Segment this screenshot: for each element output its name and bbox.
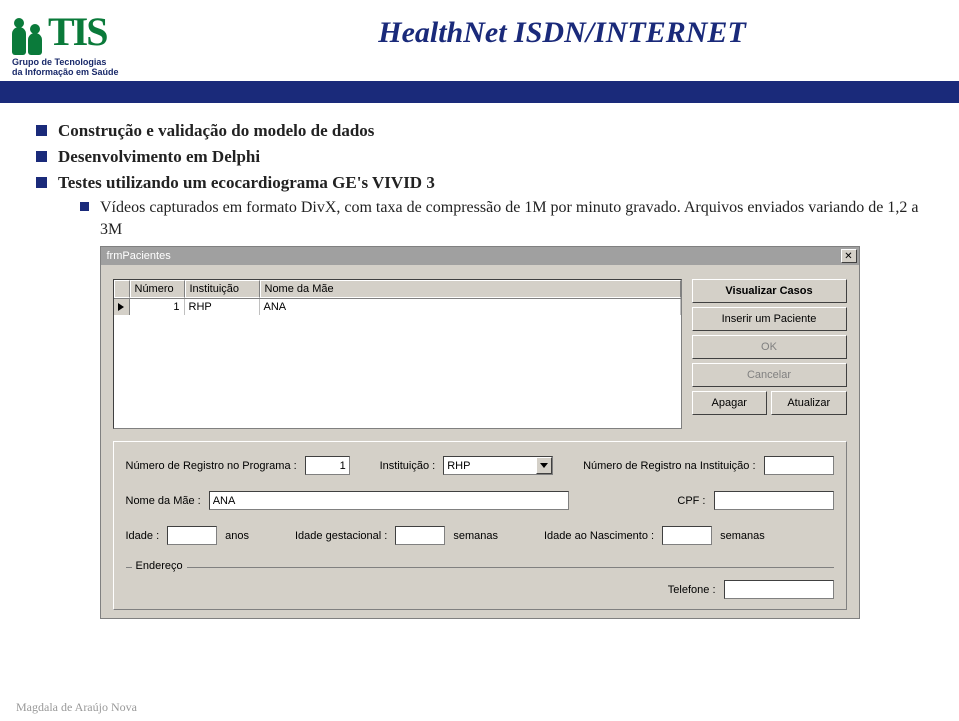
app-window: frmPacientes ✕ Número Instituição Nome d… — [100, 246, 860, 619]
window-titlebar[interactable]: frmPacientes ✕ — [101, 247, 859, 265]
ok-button[interactable]: OK — [692, 335, 847, 359]
row-marker-icon — [114, 299, 130, 315]
endereco-fieldset: Endereço — [126, 567, 834, 568]
reg-instituicao-input[interactable] — [764, 456, 834, 475]
atualizar-button[interactable]: Atualizar — [771, 391, 847, 415]
logo: TIS Grupo de Tecnologias da Informação e… — [12, 8, 177, 77]
logo-subtitle-1: Grupo de Tecnologias — [12, 57, 177, 67]
col-numero[interactable]: Número — [130, 280, 185, 298]
form-panel: Número de Registro no Programa : Institu… — [113, 441, 847, 610]
nascimento-input[interactable] — [662, 526, 712, 545]
label-nascimento: Idade ao Nascimento : — [544, 530, 654, 542]
telefone-input[interactable] — [724, 580, 834, 599]
patients-grid[interactable]: Número Instituição Nome da Mãe 1 RHP ANA — [113, 279, 682, 429]
nome-mae-input[interactable] — [209, 491, 569, 510]
idade-input[interactable] — [167, 526, 217, 545]
grid-corner — [114, 280, 130, 298]
window-title: frmPacientes — [107, 250, 841, 262]
unit-semanas-1: semanas — [453, 530, 498, 542]
bullet-2: Desenvolvimento em Delphi — [36, 147, 923, 167]
label-reg-instituicao: Número de Registro na Instituição : — [583, 460, 755, 472]
label-nome-mae: Nome da Mãe : — [126, 495, 201, 507]
table-row[interactable]: 1 RHP ANA — [114, 299, 681, 315]
logo-person-icon — [12, 27, 26, 55]
cell-numero: 1 — [130, 299, 185, 315]
bullet-3-text: Testes utilizando um ecocardiograma GE's… — [58, 173, 435, 192]
footer-author: Magdala de Araújo Nova — [16, 700, 137, 715]
bullet-3: Testes utilizando um ecocardiograma GE's… — [36, 173, 923, 240]
col-nome-mae[interactable]: Nome da Mãe — [260, 280, 681, 298]
cpf-input[interactable] — [714, 491, 834, 510]
label-instituicao: Instituição : — [380, 460, 436, 472]
label-gestacional: Idade gestacional : — [295, 530, 387, 542]
slide-content: Construção e validação do modelo de dado… — [0, 103, 959, 619]
col-instituicao[interactable]: Instituição — [185, 280, 260, 298]
label-reg-programa: Número de Registro no Programa : — [126, 460, 297, 472]
apagar-button[interactable]: Apagar — [692, 391, 768, 415]
gestacional-input[interactable] — [395, 526, 445, 545]
slide-header: TIS Grupo de Tecnologias da Informação e… — [0, 0, 959, 77]
visualizar-casos-button[interactable]: Visualizar Casos — [692, 279, 847, 303]
label-cpf: CPF : — [677, 495, 705, 507]
label-idade: Idade : — [126, 530, 160, 542]
button-column: Visualizar Casos Inserir um Paciente OK … — [692, 279, 847, 429]
bullet-1: Construção e validação do modelo de dado… — [36, 121, 923, 141]
bullet-3a: Vídeos capturados em formato DivX, com t… — [58, 197, 923, 240]
reg-programa-input[interactable] — [305, 456, 350, 475]
chevron-down-icon[interactable] — [536, 457, 552, 474]
inserir-paciente-button[interactable]: Inserir um Paciente — [692, 307, 847, 331]
close-icon[interactable]: ✕ — [841, 249, 857, 263]
cancelar-button[interactable]: Cancelar — [692, 363, 847, 387]
header-separator — [0, 81, 959, 103]
logo-person-icon — [28, 33, 42, 55]
instituicao-combo[interactable] — [443, 456, 553, 475]
unit-semanas-2: semanas — [720, 530, 765, 542]
page-title: HealthNet ISDN/INTERNET — [177, 8, 947, 50]
logo-text: TIS — [48, 8, 107, 55]
logo-subtitle-2: da Informação em Saúde — [12, 67, 177, 77]
label-telefone: Telefone : — [668, 584, 716, 596]
cell-nome-mae: ANA — [260, 299, 681, 315]
legend-endereco: Endereço — [132, 560, 187, 572]
cell-instituicao: RHP — [185, 299, 260, 315]
unit-anos: anos — [225, 530, 249, 542]
